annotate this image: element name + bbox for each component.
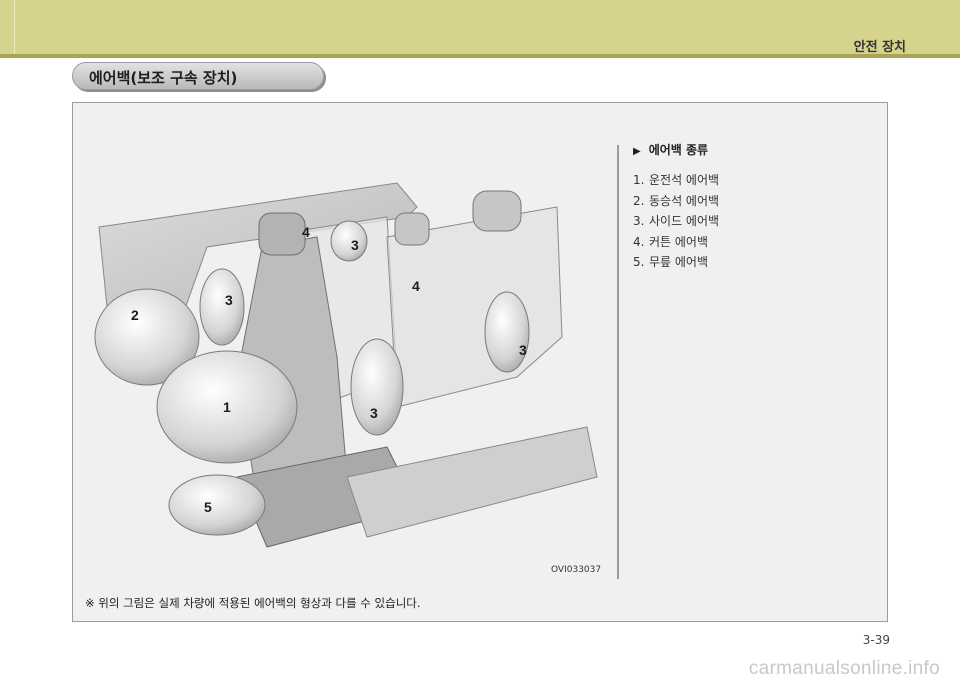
triangle-right-icon: ▶ bbox=[633, 146, 641, 157]
legend-item: 1. 운전석 에어백 bbox=[633, 173, 720, 187]
figure-code: OVI033037 bbox=[551, 565, 602, 575]
watermark: carmanualsonline.info bbox=[748, 658, 940, 679]
header-rule bbox=[0, 54, 960, 58]
side-airbag-rear-right bbox=[484, 291, 530, 373]
side-airbag-front-left bbox=[199, 268, 245, 346]
callout-4b: 4 bbox=[412, 278, 420, 294]
header-band bbox=[0, 0, 960, 54]
legend-item: 3. 사이드 에어백 bbox=[633, 214, 720, 228]
section-title: 에어백(보조 구속 장치) bbox=[89, 69, 238, 87]
callout-3b: 3 bbox=[351, 237, 359, 253]
figure-panel: 1 2 3 3 3 3 4 4 5 OVI033037 ▶ 에어백 종류 1. 운전… bbox=[72, 102, 888, 622]
legend-item: 2. 동승석 에어백 bbox=[633, 193, 720, 208]
knee-airbag bbox=[168, 474, 266, 536]
figure-footnote: ※ 위의 그림은 실제 차량에 적용된 에어백의 형상과 다를 수 있습니다. bbox=[85, 596, 421, 610]
rear-headrest-2 bbox=[394, 212, 430, 246]
callout-1: 1 bbox=[223, 399, 231, 415]
chapter-title: 안전 장치 bbox=[853, 40, 906, 55]
vertical-divider bbox=[617, 145, 619, 579]
callout-3a: 3 bbox=[225, 292, 233, 308]
airbag-type-legend: ▶ 에어백 종류 1. 운전석 에어백 2. 동승석 에어백 3. 사이드 에어백 4.… bbox=[633, 141, 873, 273]
callout-4a: 4 bbox=[302, 224, 310, 240]
section-title-pill: 에어백(보조 구속 장치) bbox=[72, 62, 324, 90]
legend-heading: ▶ 에어백 종류 bbox=[633, 141, 873, 158]
callout-3d: 3 bbox=[519, 342, 527, 358]
legend-heading-text: 에어백 종류 bbox=[648, 143, 709, 157]
page-number: 3-39 bbox=[862, 633, 890, 647]
side-airbag-front-right bbox=[330, 220, 368, 262]
header-margin-line bbox=[14, 0, 15, 54]
callout-3c: 3 bbox=[370, 405, 378, 421]
airbag-illustration: 1 2 3 3 3 3 4 4 5 bbox=[94, 182, 598, 548]
callout-2: 2 bbox=[131, 307, 139, 323]
front-headrest bbox=[258, 212, 306, 256]
legend-item: 4. 커튼 에어백 bbox=[633, 234, 709, 249]
floor bbox=[346, 426, 598, 538]
rear-headrest bbox=[472, 190, 522, 232]
legend-item: 5. 무릎 에어백 bbox=[633, 255, 709, 269]
callout-5: 5 bbox=[204, 499, 212, 515]
